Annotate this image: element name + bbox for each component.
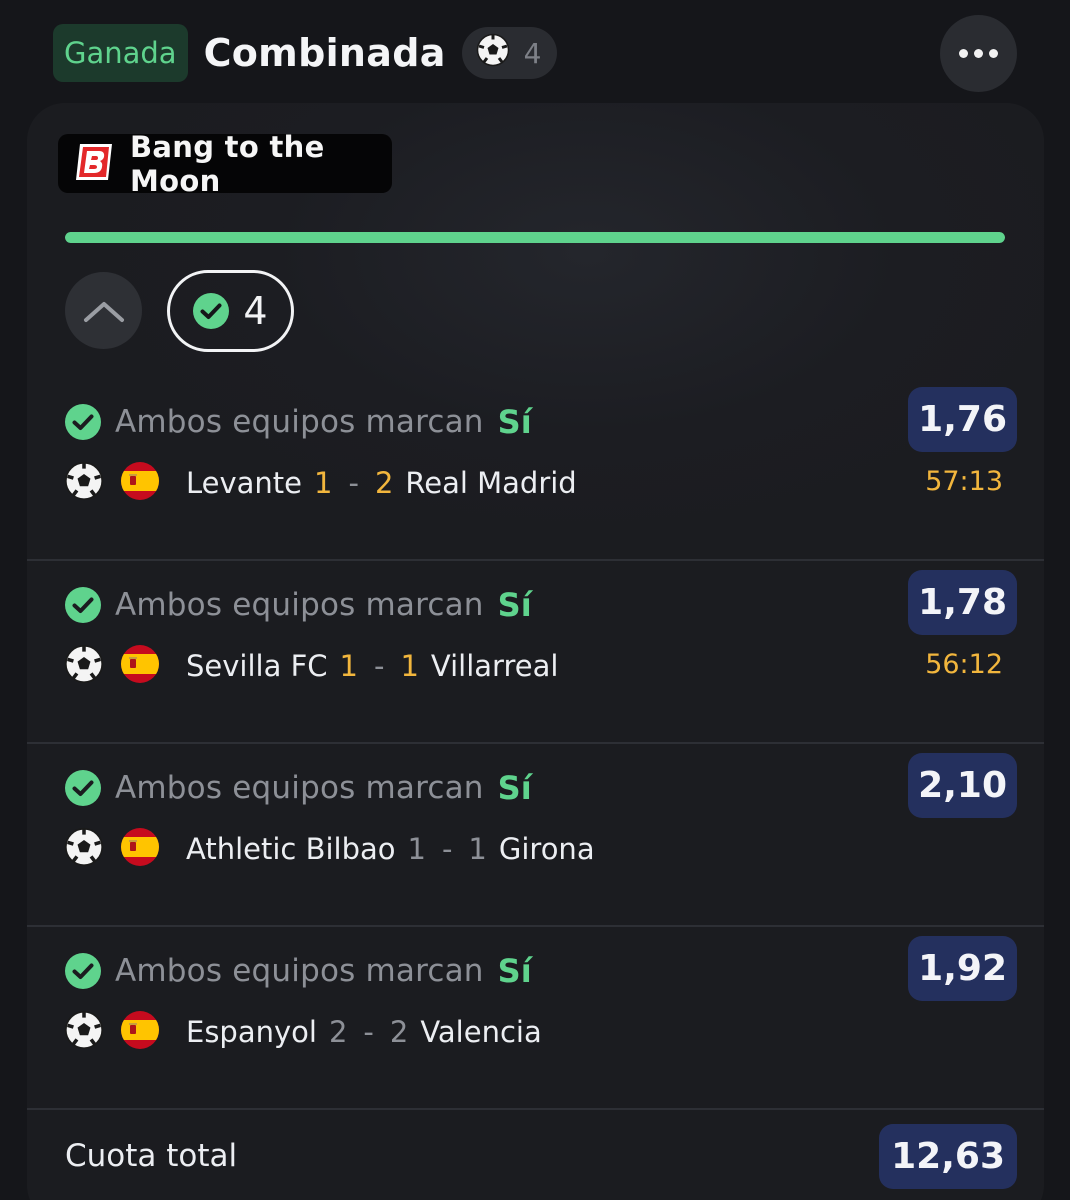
check-circle-icon: [65, 770, 101, 806]
home-score: 1: [407, 832, 426, 866]
selection-market: Ambos equipos marcan Sí: [65, 397, 532, 447]
soccer-ball-icon: [476, 33, 510, 74]
bet-header: Ganada Combinada 4: [53, 22, 558, 84]
home-score: 1: [339, 649, 358, 683]
match-info: Athletic Bilbao 1 - 1 Girona: [64, 826, 595, 872]
match-info: Espanyol 2 - 2 Valencia: [64, 1009, 542, 1055]
match-info: Sevilla FC 1 - 1 Villarreal: [64, 643, 558, 689]
selection-row[interactable]: Ambos equipos marcan Sí 1,76 Levante 1 -…: [27, 378, 1044, 561]
won-count: 4: [243, 289, 268, 333]
spain-flag-icon: [120, 1010, 160, 1054]
progress-bar: [65, 232, 1005, 243]
odds-badge: 1,92: [908, 936, 1017, 1001]
market-pick: Sí: [497, 403, 532, 441]
selection-row[interactable]: Ambos equipos marcan Sí 1,78 Sevilla FC …: [27, 561, 1044, 744]
bangbet-logo: [72, 140, 116, 188]
selection-market: Ambos equipos marcan Sí: [65, 580, 532, 630]
away-team: Villarreal: [430, 649, 559, 683]
away-score: 2: [374, 466, 394, 500]
soccer-ball-icon: [64, 827, 104, 871]
score-separator: -: [441, 832, 453, 866]
soccer-ball-icon: [64, 1010, 104, 1054]
away-score: 2: [389, 1015, 409, 1049]
home-team: Athletic Bilbao: [186, 832, 396, 866]
score-separator: -: [363, 1015, 374, 1049]
check-circle-icon: [65, 953, 101, 989]
promo-label: Bang to the Moon: [130, 129, 325, 198]
promo-tag: Bang to the Moon: [58, 130, 392, 198]
away-team: Real Madrid: [405, 466, 577, 500]
home-score: 1: [314, 466, 333, 500]
market-label: Ambos equipos marcan: [115, 770, 484, 806]
score-separator: -: [373, 649, 385, 683]
away-score: 1: [400, 649, 419, 683]
home-team: Sevilla FC: [186, 649, 328, 683]
match-info: Levante 1 - 2 Real Madrid: [64, 460, 577, 506]
selection-market: Ambos equipos marcan Sí: [65, 946, 532, 996]
collapse-button[interactable]: [65, 272, 142, 349]
more-options-button[interactable]: [940, 15, 1017, 92]
check-circle-icon: [193, 293, 230, 329]
bet-card: Bang to the Moon 4 Ambos equipos marcan …: [27, 103, 1044, 1200]
progress-fill: [65, 232, 1005, 243]
match-clock: 57:13: [925, 466, 1003, 497]
total-label: Cuota total: [65, 1138, 238, 1174]
total-odds-badge: 12,63: [879, 1124, 1017, 1189]
odds-badge: 1,76: [908, 387, 1017, 452]
chevron-up-icon: [83, 301, 124, 322]
page-title: Combinada: [203, 31, 446, 75]
home-team: Espanyol: [186, 1015, 317, 1049]
market-pick: Sí: [497, 952, 532, 990]
check-circle-icon: [65, 404, 101, 440]
selection-count: 4: [523, 36, 542, 70]
won-selections-pill[interactable]: 4: [167, 270, 294, 352]
away-score: 1: [468, 832, 487, 866]
market-pick: Sí: [497, 769, 532, 807]
odds-badge: 2,10: [908, 753, 1017, 818]
market-label: Ambos equipos marcan: [115, 953, 484, 989]
soccer-ball-icon: [64, 644, 104, 688]
market-label: Ambos equipos marcan: [115, 587, 484, 623]
selection-row[interactable]: Ambos equipos marcan Sí 2,10 Athletic Bi…: [27, 744, 1044, 927]
home-team: Levante: [186, 466, 303, 500]
selection-market: Ambos equipos marcan Sí: [65, 763, 532, 813]
away-team: Valencia: [420, 1015, 542, 1049]
market-label: Ambos equipos marcan: [115, 404, 484, 440]
market-pick: Sí: [497, 586, 532, 624]
spain-flag-icon: [120, 644, 160, 688]
spain-flag-icon: [120, 827, 160, 871]
sport-count-badge: 4: [461, 27, 558, 79]
soccer-ball-icon: [64, 461, 104, 505]
match-clock: 56:12: [925, 649, 1003, 680]
home-score: 2: [328, 1015, 348, 1049]
more-horizontal-icon: [959, 49, 968, 58]
score-separator: -: [348, 466, 359, 500]
check-circle-icon: [65, 587, 101, 623]
status-badge: Ganada: [53, 24, 188, 82]
total-row: Cuota total 12,63: [27, 1103, 1044, 1200]
odds-badge: 1,78: [908, 570, 1017, 635]
away-team: Girona: [498, 832, 595, 866]
spain-flag-icon: [120, 461, 160, 505]
selection-row[interactable]: Ambos equipos marcan Sí 1,92 Espanyol 2 …: [27, 927, 1044, 1110]
